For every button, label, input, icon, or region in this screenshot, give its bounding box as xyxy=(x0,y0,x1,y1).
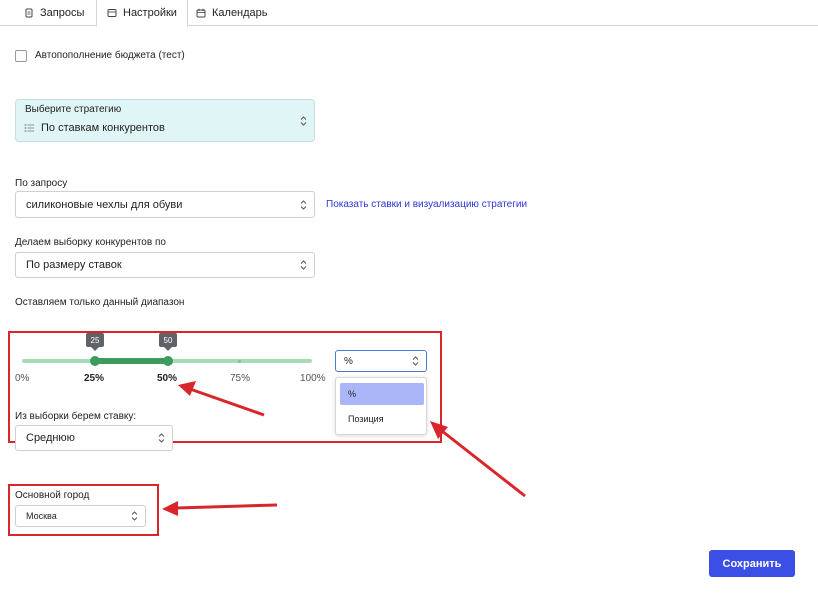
slider-dot xyxy=(238,360,241,363)
chevron-updown-icon xyxy=(300,260,307,270)
unit-option-position[interactable]: Позиция xyxy=(340,408,424,430)
slider-handle-low[interactable] xyxy=(90,356,100,366)
query-value: силиконовые чехлы для обуви xyxy=(26,198,183,211)
tab-label: Календарь xyxy=(212,7,268,19)
competitors-select[interactable]: По размеру ставок xyxy=(15,252,315,278)
chevron-updown-icon xyxy=(412,356,419,366)
strategy-value: По ставкам конкурентов xyxy=(41,122,165,134)
settings-icon xyxy=(107,9,117,17)
query-select[interactable]: силиконовые чехлы для обуви xyxy=(15,191,315,218)
unit-value: % xyxy=(344,355,353,367)
chevron-updown-icon xyxy=(300,115,307,126)
slider-tooltip-low: 25 xyxy=(86,333,104,351)
arrow-icon xyxy=(162,501,278,516)
tick-label: 100% xyxy=(300,373,326,384)
strategy-select[interactable]: Выберите стратегию По ставкам конкуренто… xyxy=(15,99,315,142)
city-value: Москва xyxy=(26,511,57,521)
document-icon xyxy=(25,8,33,18)
tab-settings[interactable]: Настройки xyxy=(96,0,188,27)
chevron-updown-icon xyxy=(300,199,307,210)
tab-label: Настройки xyxy=(123,7,177,19)
chevron-updown-icon xyxy=(131,511,138,521)
range-label: Оставляем только данный диапазон xyxy=(15,297,185,308)
tick-label: 50% xyxy=(157,373,178,384)
chevron-updown-icon xyxy=(158,433,165,443)
save-button[interactable]: Сохранить xyxy=(709,550,795,577)
tab-queries[interactable]: Запросы xyxy=(14,0,94,26)
unit-select[interactable]: % xyxy=(335,350,427,372)
unit-option-percent[interactable]: % xyxy=(340,383,424,405)
slider-tooltip-high: 50 xyxy=(159,333,177,351)
show-bids-link[interactable]: Показать ставки и визуализацию стратегии xyxy=(326,199,527,210)
bid-value: Среднюю xyxy=(26,432,75,444)
tab-calendar[interactable]: Календарь xyxy=(186,0,278,26)
tab-label: Запросы xyxy=(40,7,85,19)
city-label: Основной город xyxy=(15,490,90,501)
competitors-label: Делаем выборку конкурентов по xyxy=(15,237,166,248)
city-select[interactable]: Москва xyxy=(15,505,146,527)
tick-label: 0% xyxy=(15,373,30,384)
unit-dropdown-menu: % Позиция xyxy=(335,377,427,435)
query-label: По запросу xyxy=(15,178,68,189)
bid-label: Из выборки берем ставку: xyxy=(15,411,137,422)
calendar-icon xyxy=(196,8,206,18)
tab-bar: Запросы Настройки Календарь xyxy=(0,0,818,27)
autofill-checkbox[interactable] xyxy=(15,50,27,62)
tick-label: 75% xyxy=(230,373,251,384)
slider-handle-high[interactable] xyxy=(163,356,173,366)
autofill-label: Автопополнение бюджета (тест) xyxy=(35,50,185,61)
competitors-value: По размеру ставок xyxy=(26,259,122,271)
strategy-caption: Выберите стратегию xyxy=(25,104,122,115)
list-icon xyxy=(24,124,34,132)
bid-select[interactable]: Среднюю xyxy=(15,425,173,451)
tick-label: 25% xyxy=(84,373,105,384)
slider-range xyxy=(95,358,168,364)
arrow-icon xyxy=(430,421,526,498)
